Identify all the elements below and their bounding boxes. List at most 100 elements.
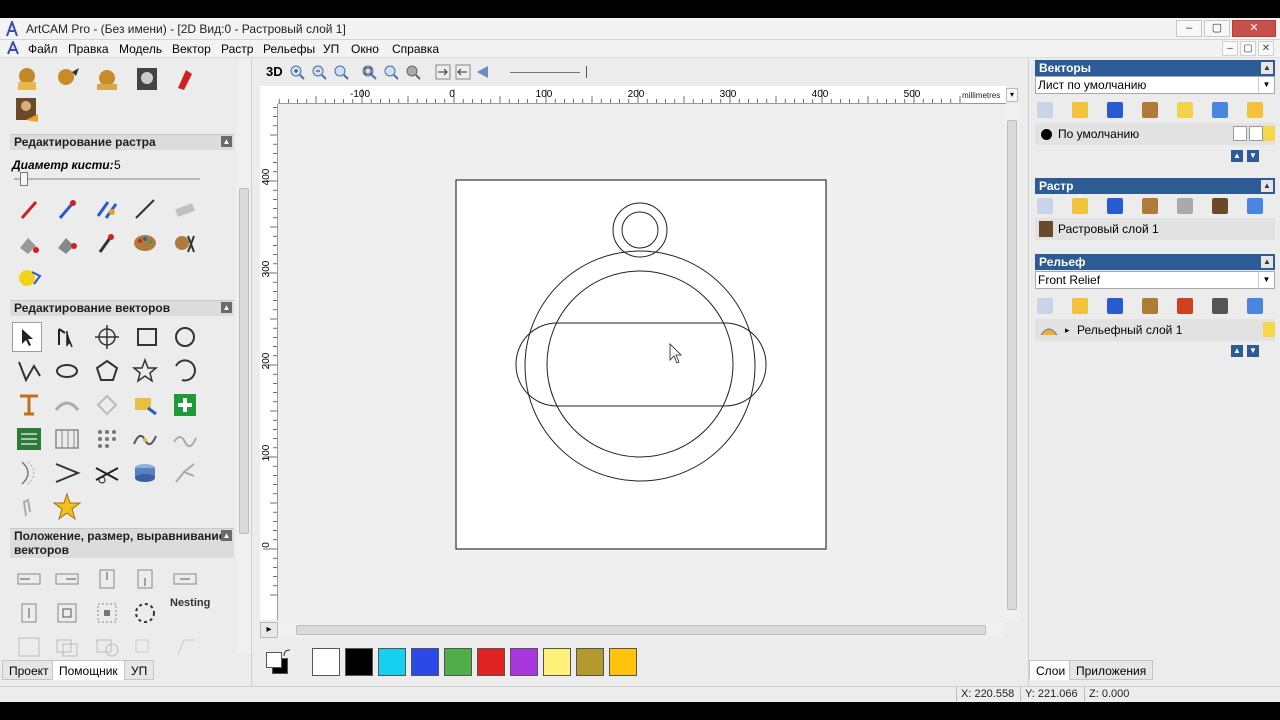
menu-model[interactable]: Модель [119, 42, 162, 56]
color-swatch[interactable] [510, 648, 538, 676]
raster-layer-row[interactable]: Растровый слой 1 [1035, 218, 1275, 240]
bulb-layer-icon[interactable] [1177, 102, 1193, 118]
color-swatch[interactable] [312, 648, 340, 676]
vector-edit-header[interactable]: Редактирование векторов ▲ [10, 300, 234, 316]
cut-raster-icon[interactable] [170, 228, 200, 258]
save-layer-icon[interactable] [1107, 102, 1123, 118]
transform-icon[interactable] [92, 322, 122, 352]
align-center-icon[interactable] [52, 598, 82, 628]
fg-bg-colors[interactable] [264, 648, 291, 676]
fill-color-icon[interactable] [14, 228, 44, 258]
color-swatch[interactable] [444, 648, 472, 676]
lock-icon[interactable] [1233, 126, 1247, 141]
doc-minimize-button[interactable]: – [1222, 41, 1238, 56]
visibility-bulb-icon[interactable] [1263, 126, 1275, 141]
move-relief-down-icon[interactable]: ▼ [1247, 345, 1259, 357]
mona-lisa-icon[interactable] [12, 94, 42, 124]
tab-project[interactable]: Проект [2, 660, 56, 680]
hand-tool-icon[interactable] [14, 492, 44, 522]
collapse-icon[interactable]: ▲ [221, 530, 232, 541]
palette-icon[interactable] [130, 228, 160, 258]
trim-vectors-icon[interactable] [92, 458, 122, 488]
zoom-page-icon[interactable] [382, 63, 400, 81]
view-3d-button[interactable]: 3D [266, 64, 283, 79]
collapse-icon[interactable]: ▲ [1261, 62, 1273, 74]
join-vectors-icon[interactable] [52, 458, 82, 488]
paint-brush-icon[interactable] [52, 194, 82, 224]
layer-color-icon[interactable] [1041, 129, 1052, 140]
new-raster-icon[interactable] [1037, 198, 1053, 214]
drawing-svg[interactable] [278, 104, 1004, 620]
ellipse-icon[interactable] [52, 356, 82, 386]
text-on-curve-icon[interactable] [52, 390, 82, 420]
eraser-icon[interactable] [170, 194, 200, 224]
left-scrollbar[interactable] [237, 60, 251, 654]
align-hcenter-icon[interactable] [170, 564, 200, 594]
align-top-icon[interactable] [92, 564, 122, 594]
tab-layers[interactable]: Слои [1029, 660, 1073, 680]
mask-raster-icon[interactable] [1177, 198, 1193, 214]
vector-layer-row[interactable]: По умолчанию [1035, 123, 1275, 145]
chevron-down-icon[interactable]: ▼ [1258, 77, 1274, 93]
zoom-out-icon[interactable] [310, 63, 328, 81]
tab-toolpaths[interactable]: УП [124, 660, 155, 680]
units-dropdown-button[interactable]: ▾ [1006, 88, 1018, 102]
zoom-in-icon[interactable] [288, 63, 306, 81]
copy-raster-icon[interactable] [1142, 198, 1158, 214]
relief-settings-icon[interactable] [1212, 298, 1228, 314]
lightbulb-all-icon[interactable] [1247, 102, 1263, 118]
collapse-icon[interactable]: ▲ [221, 136, 232, 147]
flood-fill-icon[interactable] [52, 228, 82, 258]
circle-icon[interactable] [170, 322, 200, 352]
polyline-icon[interactable] [14, 356, 44, 386]
close-button[interactable]: ✕ [1232, 20, 1276, 37]
polygon-icon[interactable] [92, 356, 122, 386]
align-right-icon[interactable] [52, 564, 82, 594]
menu-vector[interactable]: Вектор [172, 42, 211, 56]
vertical-scroll-thumb[interactable] [1007, 120, 1017, 610]
new-layer-icon[interactable] [1037, 102, 1053, 118]
bitmap-layer-icon[interactable] [1212, 198, 1228, 214]
wave-curve-icon[interactable] [170, 424, 200, 454]
dot-array-icon[interactable] [92, 424, 122, 454]
menu-help[interactable]: Справка [392, 42, 439, 56]
combine-relief-icon[interactable] [1177, 298, 1193, 314]
delete-relief-icon[interactable] [1247, 298, 1263, 314]
align-left-icon[interactable] [14, 564, 44, 594]
open-layer-icon[interactable] [1072, 102, 1088, 118]
raster-edit-header[interactable]: Редактирование растра ▲ [10, 134, 234, 150]
new-relief-icon[interactable] [1037, 298, 1053, 314]
color-swatch[interactable] [411, 648, 439, 676]
center-in-page-icon[interactable] [92, 598, 122, 628]
save-relief-icon[interactable] [1107, 298, 1123, 314]
move-layer-down-icon[interactable]: ▼ [1247, 150, 1259, 162]
color-swatch[interactable] [609, 648, 637, 676]
vector-sheet-select[interactable]: Лист по умолчанию ▼ [1035, 76, 1275, 94]
menu-edit[interactable]: Правка [68, 42, 109, 56]
bitmap-face-icon[interactable] [132, 64, 162, 94]
relief-layer-row[interactable]: ▸ Рельефный слой 1 [1035, 319, 1275, 341]
align-vcenter-icon[interactable] [14, 598, 44, 628]
line-tool-icon[interactable] [130, 194, 160, 224]
weave-icon[interactable] [52, 424, 82, 454]
paint-pencil-icon[interactable] [14, 194, 44, 224]
delete-layer-icon[interactable] [1212, 102, 1228, 118]
smooth-curve-icon[interactable] [130, 424, 160, 454]
vertical-scrollbar[interactable] [1004, 104, 1020, 622]
vector-library-icon[interactable] [14, 424, 44, 454]
chevron-down-icon[interactable]: ▼ [1258, 272, 1274, 288]
text-tool-icon[interactable] [14, 390, 44, 420]
doc-close-button[interactable]: ✕ [1258, 41, 1274, 56]
zoom-previous-icon[interactable] [404, 63, 422, 81]
move-relief-up-icon[interactable]: ▲ [1231, 345, 1243, 357]
collapse-icon[interactable]: ▲ [1261, 180, 1273, 192]
fillet-tool-icon[interactable] [130, 390, 160, 420]
copy-relief-icon[interactable] [1142, 298, 1158, 314]
color-swatch[interactable] [378, 648, 406, 676]
collapse-icon[interactable]: ▲ [221, 302, 232, 313]
collapse-icon[interactable]: ▲ [1261, 256, 1273, 268]
relief-header[interactable]: Рельеф ▲ [1035, 254, 1275, 270]
extrude-icon[interactable] [130, 458, 160, 488]
drawing-canvas[interactable] [278, 104, 1004, 620]
doc-logo-icon[interactable] [7, 41, 19, 55]
